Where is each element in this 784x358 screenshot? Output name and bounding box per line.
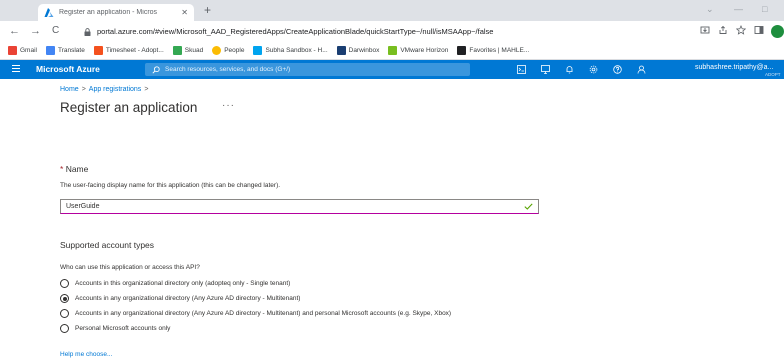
account-types-question: Who can use this application or access t…	[60, 264, 200, 271]
browser-toolbar: ← → C portal.azure.com/#view/Microsoft_A…	[0, 21, 784, 42]
page-title: Register an application	[60, 100, 198, 115]
url-text: portal.azure.com/#view/Microsoft_AAD_Reg…	[97, 27, 494, 36]
install-app-icon[interactable]	[700, 25, 710, 35]
radio-label: Accounts in any organizational directory…	[75, 295, 301, 302]
azure-top-bar: Microsoft Azure Search resources, servic…	[0, 60, 784, 79]
bookmark-label: Darwinbox	[348, 47, 380, 54]
bookmark-label: Timesheet - Adopt...	[105, 47, 164, 54]
bookmark-vmware[interactable]: VMware Horizon	[388, 46, 448, 55]
radio-button[interactable]	[60, 279, 69, 288]
radio-label: Personal Microsoft accounts only	[75, 325, 171, 332]
bookmark-label: People	[224, 47, 245, 54]
gmail-icon	[8, 46, 17, 55]
browser-tab-strip: Register an application - Micros ✕ + ⌄ —…	[0, 0, 784, 21]
bookmark-timesheet[interactable]: Timesheet - Adopt...	[93, 46, 164, 55]
checkmark-icon	[524, 203, 533, 210]
breadcrumb-home[interactable]: Home	[60, 86, 79, 93]
bookmark-label: Translate	[57, 47, 85, 54]
azure-brand[interactable]: Microsoft Azure	[36, 64, 100, 74]
help-me-choose-link[interactable]: Help me choose...	[60, 351, 112, 358]
bookmark-label: Gmail	[20, 47, 37, 54]
search-input[interactable]: Search resources, services, and docs (G+…	[165, 66, 290, 73]
bookmark-label: Subha Sandbox - H...	[265, 47, 328, 54]
global-search[interactable]: Search resources, services, and docs (G+…	[145, 63, 470, 76]
restore-icon[interactable]: □	[762, 4, 767, 14]
radio-button-selected[interactable]	[60, 294, 69, 303]
bookmark-skuad[interactable]: Skuad	[172, 46, 204, 55]
sandbox-icon	[253, 46, 263, 55]
account-email[interactable]: subhashree.tripathy@a...	[695, 64, 773, 71]
vmware-icon	[388, 46, 398, 55]
account-types-heading: Supported account types	[60, 240, 155, 250]
radio-button[interactable]	[60, 309, 69, 318]
back-button[interactable]: ←	[9, 24, 20, 38]
radio-label: Accounts in this organizational director…	[75, 280, 291, 287]
name-label-text: Name	[65, 164, 89, 174]
bookmark-gmail[interactable]: Gmail	[8, 46, 37, 55]
bookmarks-bar: Gmail Translate Timesheet - Adopt... Sku…	[0, 42, 784, 60]
minimize-icon[interactable]: —	[734, 4, 743, 14]
directory-filter-icon[interactable]	[541, 65, 550, 74]
radio-button[interactable]	[60, 324, 69, 333]
feedback-icon[interactable]	[637, 65, 646, 74]
radio-option-multitenant-personal[interactable]: Accounts in any organizational directory…	[60, 309, 451, 318]
timesheet-icon	[93, 46, 103, 55]
new-tab-button[interactable]: +	[204, 3, 211, 17]
name-description: The user-facing display name for this ap…	[60, 182, 281, 189]
profile-avatar[interactable]	[771, 25, 784, 38]
browser-tab[interactable]: Register an application - Micros ✕	[38, 4, 194, 21]
address-bar[interactable]: portal.azure.com/#view/Microsoft_AAD_Reg…	[84, 24, 694, 39]
account-tenant: ADOPT	[765, 72, 781, 77]
lock-icon	[84, 27, 91, 36]
bookmark-label: Favorites | MAHLE...	[469, 47, 530, 54]
more-options-icon[interactable]: ···	[222, 100, 235, 111]
search-icon	[152, 65, 160, 74]
breadcrumb-separator: >	[144, 86, 149, 93]
bookmark-people[interactable]: People	[212, 46, 244, 55]
bookmark-star-icon[interactable]	[736, 25, 746, 35]
radio-option-personal-only[interactable]: Personal Microsoft accounts only	[60, 324, 170, 333]
favorites-icon	[457, 46, 467, 55]
bookmark-translate[interactable]: Translate	[45, 46, 85, 55]
tab-title: Register an application - Micros	[59, 9, 158, 16]
skuad-icon	[172, 46, 182, 55]
people-icon	[212, 46, 222, 55]
azure-logo-icon	[44, 7, 54, 17]
notifications-icon[interactable]	[565, 65, 574, 74]
help-icon[interactable]	[613, 65, 622, 74]
tab-close-icon[interactable]: ✕	[181, 8, 188, 17]
side-panel-icon[interactable]	[754, 25, 764, 35]
radio-option-multitenant[interactable]: Accounts in any organizational directory…	[60, 294, 300, 303]
bookmark-sandbox[interactable]: Subha Sandbox - H...	[253, 46, 328, 55]
breadcrumb: Home > App registrations >	[60, 86, 151, 93]
menu-icon[interactable]	[12, 65, 20, 73]
name-input[interactable]: UserGuide	[60, 199, 539, 214]
name-label: * Name	[60, 164, 88, 174]
bookmark-label: Skuad	[184, 47, 204, 54]
forward-button[interactable]: →	[30, 24, 41, 38]
name-input-value[interactable]: UserGuide	[66, 203, 524, 210]
cloud-shell-icon[interactable]	[517, 65, 526, 74]
settings-gear-icon[interactable]	[589, 65, 598, 74]
radio-option-single-tenant[interactable]: Accounts in this organizational director…	[60, 279, 290, 288]
required-mark: *	[60, 164, 64, 174]
reload-button[interactable]: C	[52, 24, 59, 38]
tab-search-icon[interactable]: ⌄	[706, 4, 714, 15]
share-icon[interactable]	[718, 25, 728, 35]
bookmark-darwinbox[interactable]: Darwinbox	[336, 46, 380, 55]
darwinbox-icon	[336, 46, 346, 55]
bookmark-label: VMware Horizon	[400, 47, 449, 54]
translate-icon	[45, 46, 55, 55]
bookmark-favorites[interactable]: Favorites | MAHLE...	[457, 46, 529, 55]
breadcrumb-app-registrations[interactable]: App registrations	[89, 86, 142, 93]
breadcrumb-separator: >	[81, 86, 86, 93]
radio-label: Accounts in any organizational directory…	[75, 310, 452, 317]
